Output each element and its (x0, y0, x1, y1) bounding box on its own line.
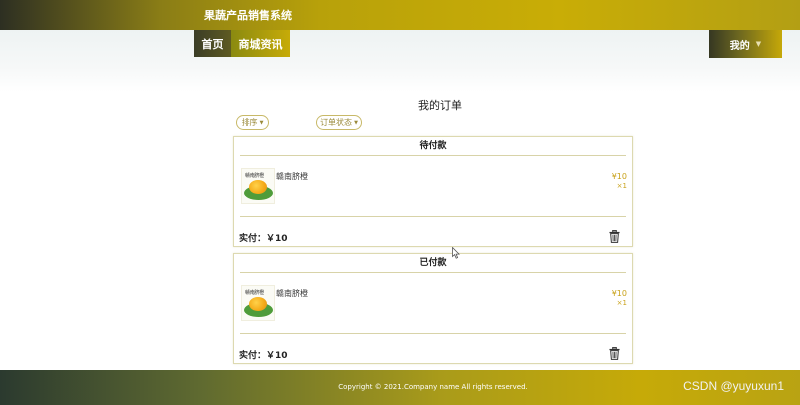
divider (240, 216, 626, 217)
product-name[interactable]: 赣南脐橙 (276, 288, 308, 299)
product-quantity: ×1 (616, 182, 627, 190)
nav-mine-label: 我的 (729, 40, 750, 52)
orange-shape (249, 297, 267, 311)
page-title: 我的订单 (418, 99, 462, 112)
divider (240, 333, 626, 334)
paid-amount: 实付：￥10 (239, 351, 288, 361)
thumbnail-label: 赣南脐橙 (245, 290, 264, 296)
order-card: 待付款 赣南脐橙 赣南脐橙 ¥10 ×1 实付：￥10 (233, 136, 633, 247)
header-band (0, 30, 800, 92)
order-status-heading: 已付款 (240, 254, 626, 273)
footer-copyright: Copyright © 2021.Company name All rights… (338, 383, 528, 391)
product-thumbnail[interactable]: 赣南脐橙 (241, 285, 275, 321)
caret-down-icon: ▼ (755, 40, 762, 48)
nav-mine-dropdown[interactable]: 我的 ▼ (709, 30, 782, 58)
product-price: ¥10 (611, 289, 627, 298)
footer: Copyright © 2021.Company name All rights… (0, 370, 800, 405)
trash-icon[interactable] (609, 230, 620, 243)
top-banner: 果蔬产品销售系统 (0, 0, 800, 30)
orange-shape (249, 180, 267, 194)
paid-amount: 实付：￥10 (239, 234, 288, 244)
nav-home[interactable]: 首页 (194, 30, 231, 57)
product-thumbnail[interactable]: 赣南脐橙 (241, 168, 275, 204)
sort-label: 排序 (241, 118, 258, 127)
order-status-heading: 待付款 (240, 137, 626, 156)
sort-dropdown[interactable]: 排序 ▼ (236, 115, 269, 130)
order-item[interactable]: 赣南脐橙 赣南脐橙 ¥10 ×1 (241, 168, 627, 208)
watermark: CSDN @yuyuxun1 (683, 379, 784, 393)
trash-icon[interactable] (609, 347, 620, 360)
caret-down-icon: ▼ (354, 119, 358, 126)
app-title: 果蔬产品销售系统 (204, 9, 292, 22)
order-card: 已付款 赣南脐橙 赣南脐橙 ¥10 ×1 实付：￥10 (233, 253, 633, 364)
product-price: ¥10 (611, 172, 627, 181)
mouse-cursor-icon (452, 247, 460, 259)
thumbnail-label: 赣南脐橙 (245, 173, 264, 179)
product-quantity: ×1 (616, 299, 627, 307)
nav-news[interactable]: 商城资讯 (231, 30, 290, 57)
caret-down-icon: ▼ (259, 119, 264, 126)
order-item[interactable]: 赣南脐橙 赣南脐橙 ¥10 ×1 (241, 285, 627, 325)
order-status-label: 订单状态 (320, 118, 353, 127)
order-status-dropdown[interactable]: 订单状态 ▼ (316, 115, 362, 130)
product-name[interactable]: 赣南脐橙 (276, 171, 308, 182)
